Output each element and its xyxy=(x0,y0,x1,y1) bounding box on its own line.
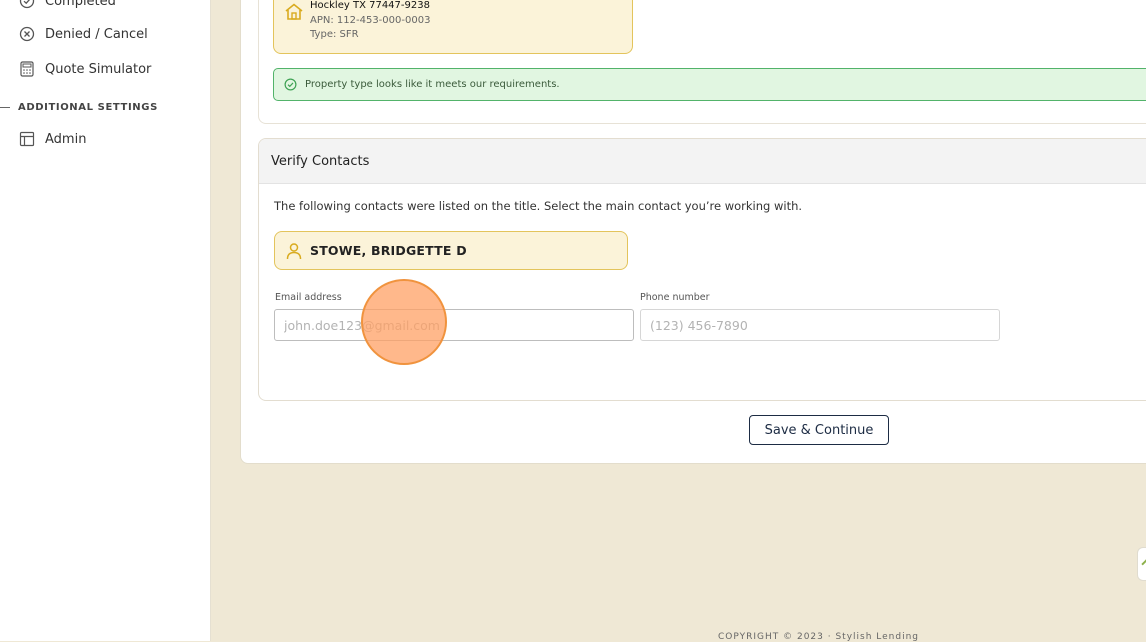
section-label-text: ADDITIONAL SETTINGS xyxy=(18,101,158,113)
email-field[interactable] xyxy=(274,309,634,341)
alert-message: Property type looks like it meets our re… xyxy=(305,79,560,90)
scroll-to-top-tab[interactable] xyxy=(1137,547,1146,581)
verify-contacts-title: Verify Contacts xyxy=(259,139,1146,184)
property-type: Type: SFR xyxy=(310,29,359,40)
sidebar-section-additional-settings: ADDITIONAL SETTINGS xyxy=(0,99,158,115)
person-icon xyxy=(286,242,302,260)
house-icon xyxy=(284,2,304,26)
chevron-up-icon xyxy=(1141,558,1146,570)
phone-label: Phone number xyxy=(640,292,710,303)
click-indicator xyxy=(361,279,447,365)
check-circle-icon xyxy=(284,78,297,91)
sidebar: Completed Denied / Cancel Quote Simulato… xyxy=(0,0,211,641)
section-dash xyxy=(0,106,10,108)
contact-option[interactable]: STOWE, BRIDGETTE D xyxy=(274,231,628,270)
sidebar-item-denied-cancel[interactable]: Denied / Cancel xyxy=(18,23,148,45)
property-address: Hockley TX 77447-9238 xyxy=(310,0,430,11)
save-continue-button[interactable]: Save & Continue xyxy=(749,415,889,445)
sidebar-item-label: Completed xyxy=(45,0,116,9)
property-card: Hockley TX 77447-9238 APN: 112-453-000-0… xyxy=(273,0,633,54)
layout-icon xyxy=(18,130,36,148)
sidebar-item-completed[interactable]: Completed xyxy=(18,0,116,12)
verify-contacts-description: The following contacts were listed on th… xyxy=(274,199,803,213)
phone-field[interactable] xyxy=(640,309,1000,341)
sidebar-item-admin[interactable]: Admin xyxy=(18,128,86,150)
calculator-icon xyxy=(18,60,36,78)
contact-name: STOWE, BRIDGETTE D xyxy=(310,243,467,258)
property-apn: APN: 112-453-000-0003 xyxy=(310,15,431,26)
property-type-success-alert: Property type looks like it meets our re… xyxy=(273,68,1146,101)
sidebar-item-label: Quote Simulator xyxy=(45,61,152,77)
sidebar-item-label: Admin xyxy=(45,131,87,147)
sidebar-item-quote-simulator[interactable]: Quote Simulator xyxy=(18,58,151,80)
x-circle-icon xyxy=(18,25,36,43)
sidebar-item-label: Denied / Cancel xyxy=(45,26,148,42)
email-label: Email address xyxy=(275,292,342,303)
check-circle-icon xyxy=(18,0,36,10)
